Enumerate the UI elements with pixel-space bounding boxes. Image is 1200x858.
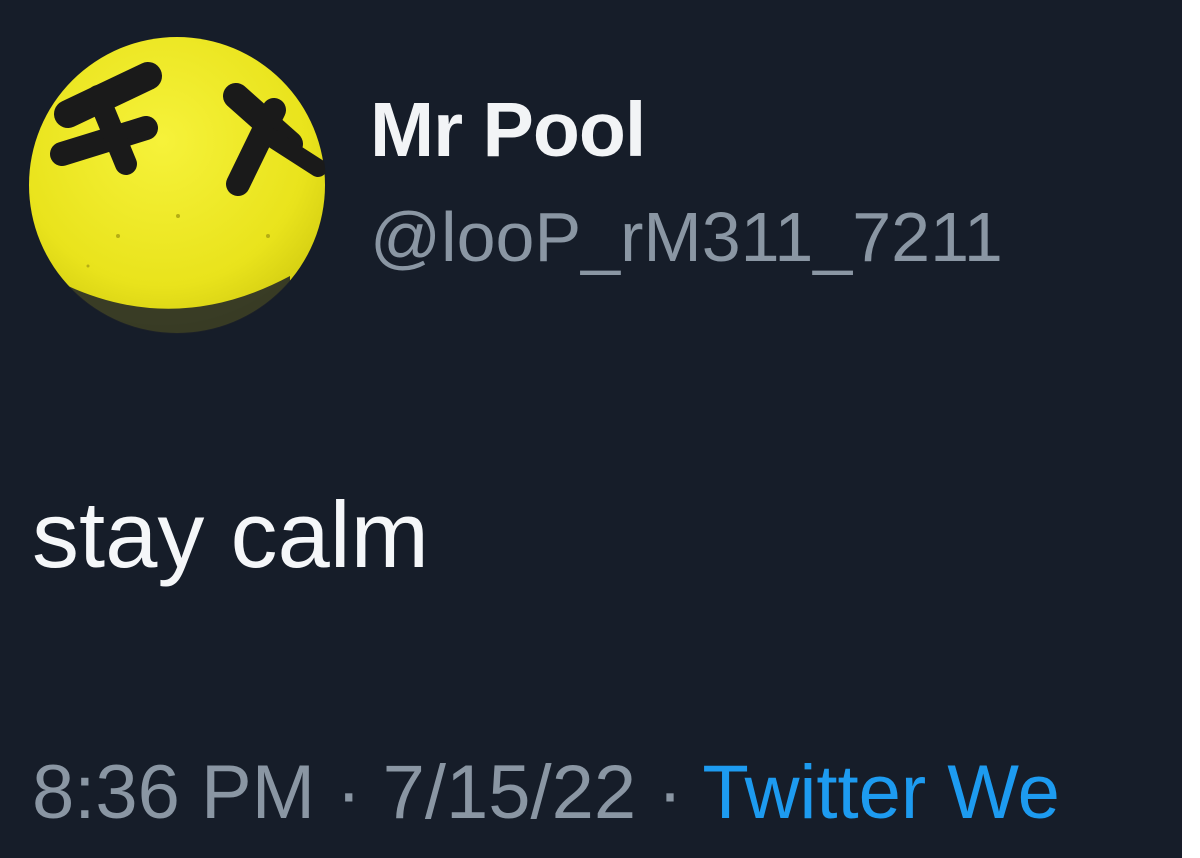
display-name[interactable]: Mr Pool	[370, 92, 646, 169]
avatar[interactable]	[28, 36, 326, 334]
tweet-time[interactable]: 8:36 PM	[32, 755, 315, 831]
user-handle[interactable]: @looP_rM311_7211	[370, 202, 1003, 272]
meta-separator: ·	[336, 755, 362, 831]
meta-separator: ·	[657, 755, 683, 831]
tweet-meta: 8:36 PM · 7/15/22 · Twitter We	[32, 755, 1182, 831]
tweet-text: stay calm	[32, 482, 429, 587]
screenshot-edge	[1182, 0, 1200, 858]
tweet-date[interactable]: 7/15/22	[383, 755, 637, 831]
tweet-card: Mr Pool @looP_rM311_7211 stay calm 8:36 …	[0, 0, 1200, 858]
tweet-source-link[interactable]: Twitter We	[702, 755, 1060, 831]
yellow-x-eyes-face-icon	[29, 37, 326, 334]
